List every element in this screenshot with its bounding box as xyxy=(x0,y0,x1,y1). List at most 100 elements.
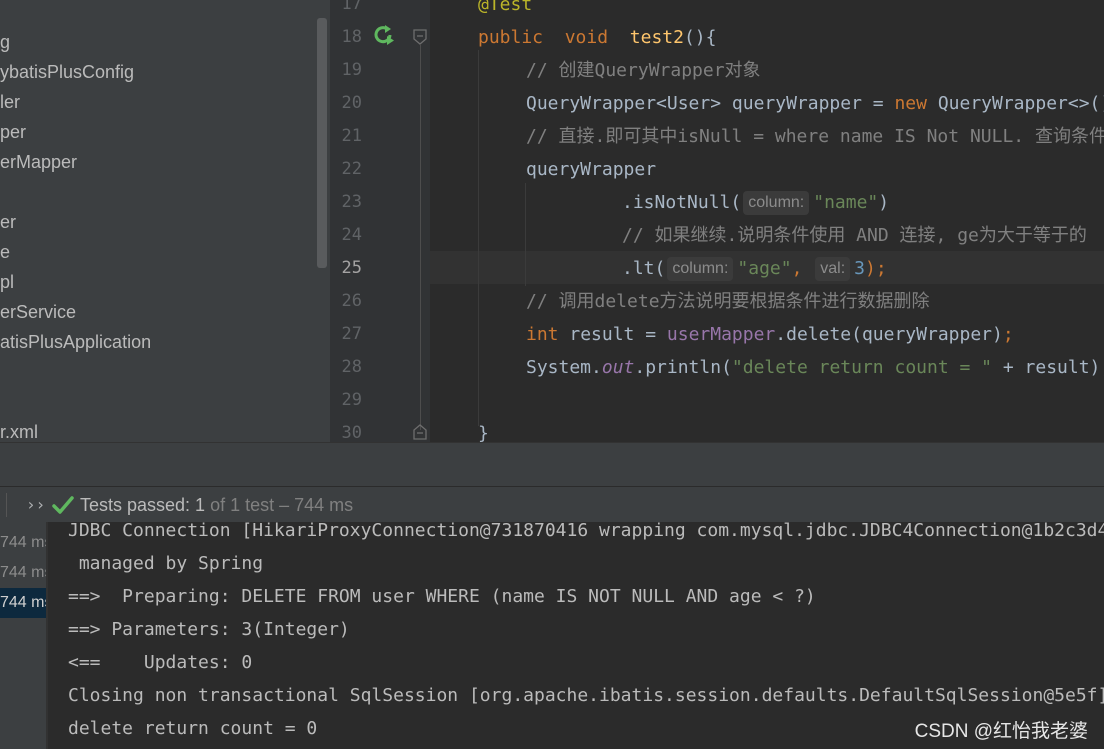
line-number: 19 xyxy=(341,60,362,80)
string-literal: "delete return count = " xyxy=(731,357,993,378)
test-results-tree: 744 ms 744 ms 744 ms xyxy=(0,522,46,749)
code-text: QueryWrapper<User> queryWrapper = xyxy=(526,93,895,114)
test-result-item-selected[interactable]: 744 ms xyxy=(0,588,46,618)
code-line-19: // 创建QueryWrapper对象 xyxy=(526,54,761,87)
parameter-hint: column: xyxy=(743,191,810,215)
console-line: ==> Parameters: 3(Integer) xyxy=(68,619,350,640)
tree-item[interactable]: g xyxy=(0,27,10,57)
expand-chevron-icon[interactable]: ›› xyxy=(26,487,45,523)
annotation: @Test xyxy=(478,0,533,15)
comment: // 如果继续.说明条件使用 AND 连接, ge为大于等于的 xyxy=(622,225,1087,246)
project-tree: g ybatisPlusConfig ler per erMapper er e… xyxy=(0,0,316,442)
method-name: test2 xyxy=(629,27,684,48)
code-line-25: .lt(column: "age", val: 3); xyxy=(622,252,887,285)
code-line-26: // 调用delete方法说明要根据条件进行数据删除 xyxy=(526,285,930,318)
code-text: .delete(queryWrapper) xyxy=(775,324,1003,345)
keyword: void xyxy=(564,27,609,48)
tree-item[interactable]: pl xyxy=(0,267,14,297)
console-output[interactable]: JDBC Connection [HikariProxyConnection@7… xyxy=(48,522,1104,749)
code-line-27: int result = userMapper.delete(queryWrap… xyxy=(526,318,1014,351)
code-line-24: // 如果继续.说明条件使用 AND 连接, ge为大于等于的 xyxy=(622,219,1087,252)
code-text: System. xyxy=(526,357,602,378)
comment: // 创建QueryWrapper对象 xyxy=(526,60,761,81)
code-line-23: .isNotNull(column: "name") xyxy=(622,186,889,219)
code-text: , xyxy=(791,258,803,279)
tree-item[interactable]: erService xyxy=(0,297,76,327)
code-text: } xyxy=(478,423,489,442)
indent-guide xyxy=(525,183,526,286)
line-number: 23 xyxy=(341,192,362,212)
code-text: ); xyxy=(865,258,887,279)
console-line: ==> Preparing: DELETE FROM user WHERE (n… xyxy=(68,586,816,607)
code-line-20: QueryWrapper<User> queryWrapper = new Qu… xyxy=(526,87,1104,120)
line-number: 22 xyxy=(341,159,362,179)
tree-item[interactable]: er xyxy=(0,207,16,237)
line-number: 27 xyxy=(341,324,362,344)
console-line: delete return count = 0 xyxy=(68,718,318,739)
string-literal: "name" xyxy=(813,192,879,213)
number-literal: 3 xyxy=(854,258,866,279)
tree-item[interactable]: ler xyxy=(0,87,20,117)
code-line-28: System.out.println("delete return count … xyxy=(526,351,1104,384)
watermark: CSDN @红怡我老婆 xyxy=(914,721,1088,742)
code-text: (){ xyxy=(683,27,717,48)
line-number: 26 xyxy=(341,291,362,311)
line-number: 28 xyxy=(341,357,362,377)
static-field: out xyxy=(601,357,635,378)
code-text: QueryWrapper<>(); xyxy=(926,93,1104,114)
parameter-hint: column: xyxy=(667,257,734,281)
keyword: int xyxy=(526,324,559,345)
tree-item[interactable]: r.xml xyxy=(0,417,38,442)
indent-guide xyxy=(478,50,479,426)
parameter-hint: val: xyxy=(815,257,851,281)
code-text: .isNotNull( xyxy=(622,192,742,213)
code-text: queryWrapper xyxy=(526,159,657,180)
check-icon xyxy=(52,496,74,514)
line-number: 21 xyxy=(341,126,362,146)
line-number: 18 xyxy=(341,27,362,47)
line-number: 17 xyxy=(341,0,362,14)
line-number-current: 25 xyxy=(341,258,362,278)
fold-guide-line xyxy=(420,44,421,430)
comment: // 调用delete方法说明要根据条件进行数据删除 xyxy=(526,291,930,312)
panel-splitter[interactable] xyxy=(0,442,1104,487)
code-text: ) xyxy=(878,192,890,213)
code-text: .println( xyxy=(634,357,732,378)
keyword: public xyxy=(478,27,544,48)
field-name: userMapper xyxy=(666,324,776,345)
tests-status: Tests passed: 1 of 1 test – 744 ms xyxy=(80,487,353,523)
tree-item[interactable]: atisPlusApplication xyxy=(0,327,151,357)
tree-item[interactable]: per xyxy=(0,117,26,147)
run-test-icon[interactable] xyxy=(373,24,395,46)
tree-item[interactable]: ybatisPlusConfig xyxy=(0,57,134,87)
tests-passed-label: Tests passed: 1 xyxy=(80,495,206,515)
code-line-30: } xyxy=(478,417,489,442)
fold-marker-icon[interactable] xyxy=(413,29,427,45)
code-line-18: public void test2(){ xyxy=(478,21,716,54)
run-toolbar: ›› Tests passed: 1 of 1 test – 744 ms xyxy=(0,486,1104,523)
keyword: new xyxy=(894,93,927,114)
line-number: 24 xyxy=(341,225,362,245)
tree-item[interactable]: erMapper xyxy=(0,147,77,177)
code-line-17: @Test xyxy=(478,0,532,21)
code-text: ; xyxy=(1002,324,1014,345)
code-text: result = xyxy=(558,324,667,345)
code-text: + result); xyxy=(992,357,1104,378)
console-line: Closing non transactional SqlSession [or… xyxy=(68,685,1104,706)
comment: // 直接.即可其中isNull = where name IS Not NUL… xyxy=(526,126,1104,147)
console-line: <== Updates: 0 xyxy=(68,652,253,673)
toolbar-separator xyxy=(6,493,7,517)
console-line: JDBC Connection [HikariProxyConnection@7… xyxy=(68,522,1104,541)
code-text: .lt( xyxy=(622,258,666,279)
code-line-22: queryWrapper xyxy=(526,153,656,186)
code-editor[interactable]: @Test public void test2(){ // 创建QueryWra… xyxy=(430,0,1104,442)
line-number: 29 xyxy=(341,390,362,410)
fold-marker-icon[interactable] xyxy=(413,424,427,440)
test-result-item[interactable]: 744 ms xyxy=(0,558,46,588)
code-line-21: // 直接.即可其中isNull = where name IS Not NUL… xyxy=(526,120,1104,153)
tests-detail: of 1 test – 744 ms xyxy=(205,495,354,515)
tree-item[interactable]: e xyxy=(0,237,10,267)
string-literal: "age" xyxy=(737,258,792,279)
test-result-item[interactable]: 744 ms xyxy=(0,528,46,558)
tree-scrollbar-thumb[interactable] xyxy=(317,18,327,268)
